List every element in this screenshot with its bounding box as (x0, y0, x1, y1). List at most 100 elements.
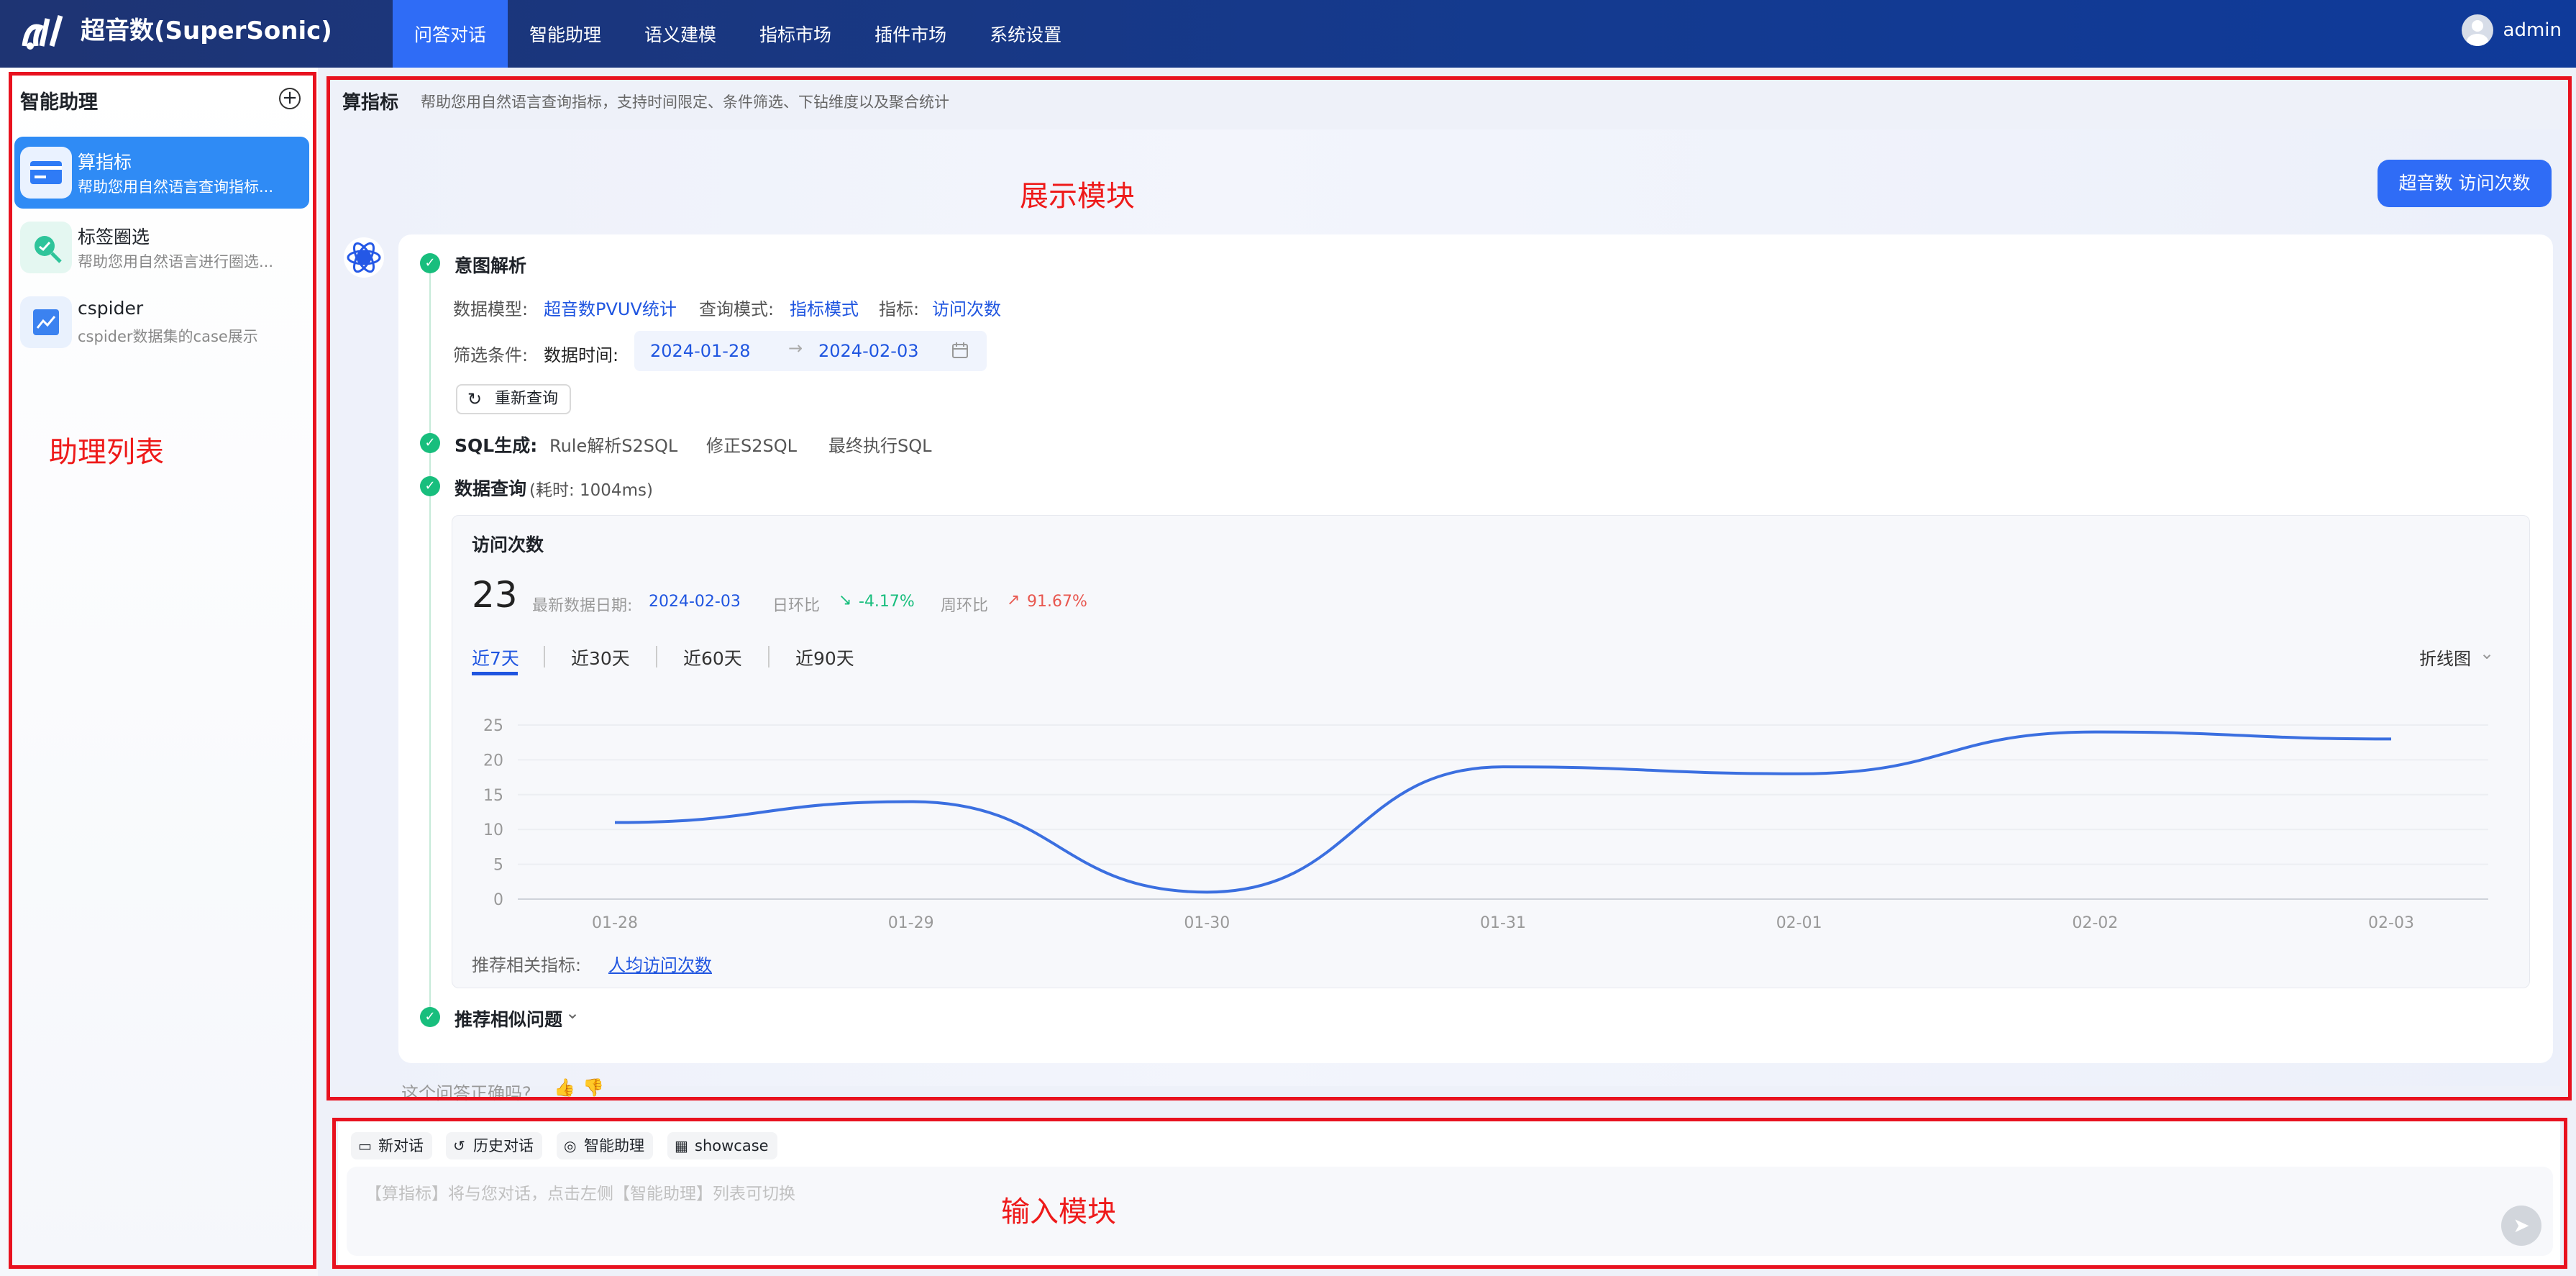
main-nav: 问答对话 智能助理 语义建模 指标市场 插件市场 系统设置 (393, 0, 1083, 68)
x-tick-label: 02-03 (2368, 914, 2414, 932)
tab-90-days[interactable]: 近90天 (795, 644, 854, 670)
refresh-icon: ↻ (467, 389, 483, 409)
bot-avatar (344, 237, 384, 278)
refresh-query-button[interactable]: ↻ 重新查询 (456, 384, 571, 414)
y-tick-label: 10 (483, 821, 503, 839)
avatar (2461, 14, 2493, 46)
x-tick-label: 02-01 (1776, 914, 1822, 932)
thumbs-down-icon[interactable]: 👎 (583, 1077, 604, 1098)
send-icon[interactable]: ➤ (2501, 1206, 2541, 1246)
grid-icon: ▦ (675, 1137, 688, 1154)
metric-value[interactable]: 访问次数 (932, 295, 1001, 320)
y-tick-label: 25 (483, 717, 503, 735)
x-tick-label: 01-28 (592, 914, 638, 932)
chevron-down-icon[interactable]: ⌄ (565, 1003, 580, 1023)
nav-settings[interactable]: 系统设置 (968, 0, 1083, 68)
metric-value-number: 23 (472, 574, 518, 616)
chat-input-placeholder: 【算指标】将与您对话，点击左侧【智能助理】列表可切换 (365, 1185, 795, 1203)
agent-item-metric[interactable]: 算指标 帮助您用自然语言查询指标... (14, 137, 309, 209)
x-tick-label: 02-02 (2072, 914, 2118, 932)
thumbs-up-icon[interactable]: 👍 (554, 1077, 575, 1098)
filter-label: 筛选条件: (453, 345, 529, 365)
user-menu[interactable]: admin (2461, 14, 2562, 46)
active-tab-indicator (472, 672, 518, 675)
time-label: 数据时间: (544, 345, 619, 365)
annotation-input-label: 输入模块 (1001, 1195, 1116, 1229)
history-chat-button[interactable]: ↺ 历史对话 (446, 1132, 542, 1159)
username: admin (2503, 19, 2562, 41)
mode-value[interactable]: 指标模式 (790, 295, 859, 320)
latest-date-label: 最新数据日期: (532, 597, 633, 615)
new-chat-button[interactable]: ▭ 新对话 (351, 1132, 432, 1159)
latest-date: 2024-02-03 (649, 593, 741, 611)
arrow-up-icon: ↗ (1007, 591, 1020, 609)
agent-item-cspider[interactable]: cspider cspider数据集的case展示 (14, 286, 309, 358)
sql-title: SQL生成: (455, 435, 538, 456)
date-end[interactable]: 2024-02-03 (818, 341, 918, 361)
similar-questions-toggle[interactable]: 推荐相似问题 (455, 1006, 562, 1031)
agent-name: cspider (78, 298, 144, 319)
agent-button[interactable]: ◎ 智能助理 (557, 1132, 653, 1159)
tag-search-icon (20, 222, 72, 273)
day-ratio-value: -4.17% (859, 593, 915, 611)
metric-card-title: 访问次数 (472, 534, 544, 555)
mode-label: 查询模式: (699, 299, 775, 319)
day-ratio-label: 日环比 (772, 597, 821, 615)
x-tick-label: 01-31 (1480, 914, 1526, 932)
query-time: (耗时: 1004ms) (529, 481, 653, 500)
chart-type-select[interactable]: 折线图 (2419, 644, 2471, 670)
sql-correct-link[interactable]: 修正S2SQL (706, 432, 797, 457)
nav-chat[interactable]: 问答对话 (393, 0, 508, 68)
y-tick-label: 0 (493, 891, 503, 909)
nav-plugin-market[interactable]: 插件市场 (853, 0, 968, 68)
tab-7-days[interactable]: 近7天 (472, 644, 519, 670)
tab-60-days[interactable]: 近60天 (683, 644, 742, 670)
agent-name: 算指标 (78, 152, 132, 173)
query-title: 数据查询 (455, 478, 527, 499)
metric-card-icon (20, 147, 72, 199)
chevron-down-icon[interactable]: ⌄ (2480, 643, 2494, 663)
check-icon: ✓ (420, 253, 440, 273)
date-start[interactable]: 2024-01-28 (650, 341, 750, 361)
feedback-question: 这个问答正确吗? (401, 1083, 531, 1103)
intent-title: 意图解析 (455, 255, 527, 276)
nav-agent[interactable]: 智能助理 (508, 0, 623, 68)
arrow-right-icon: → (788, 338, 803, 358)
chip-label: 历史对话 (473, 1137, 534, 1154)
query-suggestion-button[interactable]: 超音数 访问次数 (2378, 160, 2552, 207)
sql-rule-link[interactable]: Rule解析S2SQL (549, 432, 677, 457)
add-agent-icon[interactable]: + (279, 88, 301, 109)
chip-label: 新对话 (378, 1137, 424, 1154)
agent-item-tag[interactable]: 标签圈选 帮助您用自然语言进行圈选... (14, 211, 309, 283)
x-tick-label: 01-30 (1184, 914, 1230, 932)
line-chart: 0 5 10 15 20 25 01-28 01-29 01-30 01-31 02-01 02-02… (483, 717, 2488, 932)
agent-desc: 帮助您用自然语言查询指标... (78, 178, 274, 196)
metric-label: 指标: (879, 299, 920, 319)
related-metric-label: 推荐相关指标: (472, 955, 582, 975)
nav-semantic-model[interactable]: 语义建模 (623, 0, 738, 68)
chip-label: 智能助理 (584, 1137, 644, 1154)
refresh-label: 重新查询 (495, 390, 559, 408)
check-icon: ✓ (420, 433, 440, 453)
brand-name[interactable]: 超音数(SuperSonic) (81, 13, 332, 49)
model-value[interactable]: 超音数PVUV统计 (544, 295, 677, 320)
check-icon: ✓ (420, 476, 440, 496)
sql-final-link[interactable]: 最终执行SQL (828, 432, 932, 457)
series-line (614, 730, 2392, 894)
y-tick-label: 20 (483, 752, 503, 770)
x-tick-label: 01-29 (888, 914, 934, 932)
arrow-down-icon: ↘ (839, 591, 852, 609)
tab-30-days[interactable]: 近30天 (571, 644, 630, 670)
nav-metric-market[interactable]: 指标市场 (738, 0, 853, 68)
tab-divider (768, 646, 769, 667)
sidebar-title: 智能助理 (20, 91, 98, 114)
y-tick-label: 15 (483, 787, 503, 805)
related-metric-link[interactable]: 人均访问次数 (608, 951, 712, 976)
showcase-button[interactable]: ▦ showcase (667, 1132, 777, 1159)
calendar-icon[interactable] (951, 341, 969, 360)
week-ratio-label: 周环比 (941, 597, 989, 615)
y-tick-label: 5 (493, 857, 503, 875)
page-description: 帮助您用自然语言查询指标，支持时间限定、条件筛选、下钻维度以及聚合统计 (421, 94, 949, 111)
agent-name: 标签圈选 (78, 227, 150, 247)
check-icon: ✓ (420, 1007, 440, 1027)
